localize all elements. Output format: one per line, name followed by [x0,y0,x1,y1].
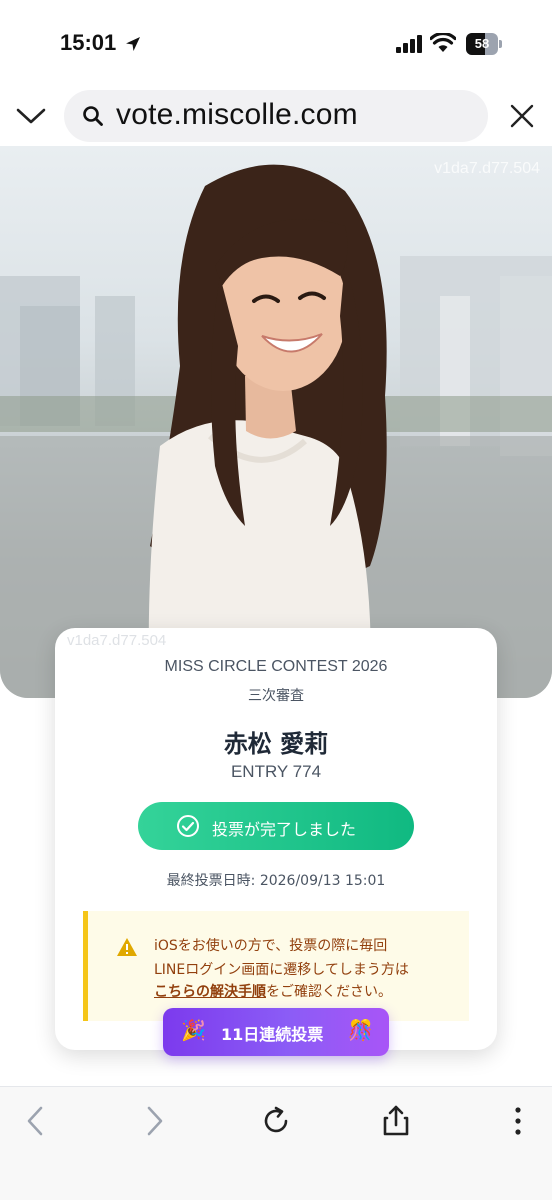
wifi-icon [430,33,456,52]
entry-number: ENTRY 774 [230,762,322,781]
back-icon[interactable] [18,1103,54,1139]
reload-icon[interactable] [258,1103,294,1139]
contest-stage: 三次審査 [248,688,304,704]
battery-level: 58 [474,36,490,51]
check-circle-icon [177,815,199,837]
close-icon[interactable] [508,102,536,130]
notice-line-1: iOSをお使いの方で、投票の際に毎回 [154,938,388,954]
battery-icon: 58 [466,33,502,55]
vote-complete-label: 投票が完了しました [212,820,357,839]
signal-icon [396,35,422,53]
streak-label: 11日連続投票 [221,1025,324,1044]
contestant-photo-illustration [0,164,552,698]
status-bar: 15:01 58 [0,0,552,88]
last-vote-time: 最終投票日時: 2026/09/13 15:01 [166,873,386,889]
solution-steps-link[interactable]: こちらの解決手順 [154,984,266,1000]
url-text[interactable]: vote.miscolle.com [116,98,358,132]
warning-icon [117,938,137,956]
photo-watermark: v1da7.d77.504 [434,160,540,177]
browser-address-row: vote.miscolle.com [0,88,552,146]
search-icon [83,106,103,126]
confetti-ball-icon: 🎊 [348,1018,373,1042]
forward-icon[interactable] [136,1103,172,1139]
ios-notice: iOSをお使いの方で、投票の際に毎回 LINEログイン画面に遷移してしまう方は … [83,911,469,1021]
vote-complete-button[interactable]: 投票が完了しました [138,802,414,850]
notice-line-3: こちらの解決手順をご確認ください。 [154,981,392,1001]
notice-line-3-rest: をご確認ください。 [266,984,392,1000]
url-bar[interactable]: vote.miscolle.com [64,90,488,142]
more-icon[interactable] [500,1103,536,1139]
location-arrow-icon [126,37,140,51]
party-popper-icon: 🎉 [181,1018,206,1042]
status-time: 15:01 [60,30,117,55]
chevron-down-icon[interactable] [14,102,48,130]
contestant-photo: v1da7.d77.504 [0,146,552,698]
contest-title: MISS CIRCLE CONTEST 2026 [164,658,388,675]
card-watermark: v1da7.d77.504 [67,632,167,649]
share-icon[interactable] [378,1103,414,1139]
contestant-name: 赤松 愛莉 [223,730,329,758]
vote-card: v1da7.d77.504 MISS CIRCLE CONTEST 2026 三… [55,628,497,1050]
browser-toolbar [0,1086,552,1200]
notice-line-2: LINEログイン画面に遷移してしまう方は [154,962,409,978]
streak-vote-button[interactable]: 🎉 11日連続投票 🎊 [163,1008,389,1056]
